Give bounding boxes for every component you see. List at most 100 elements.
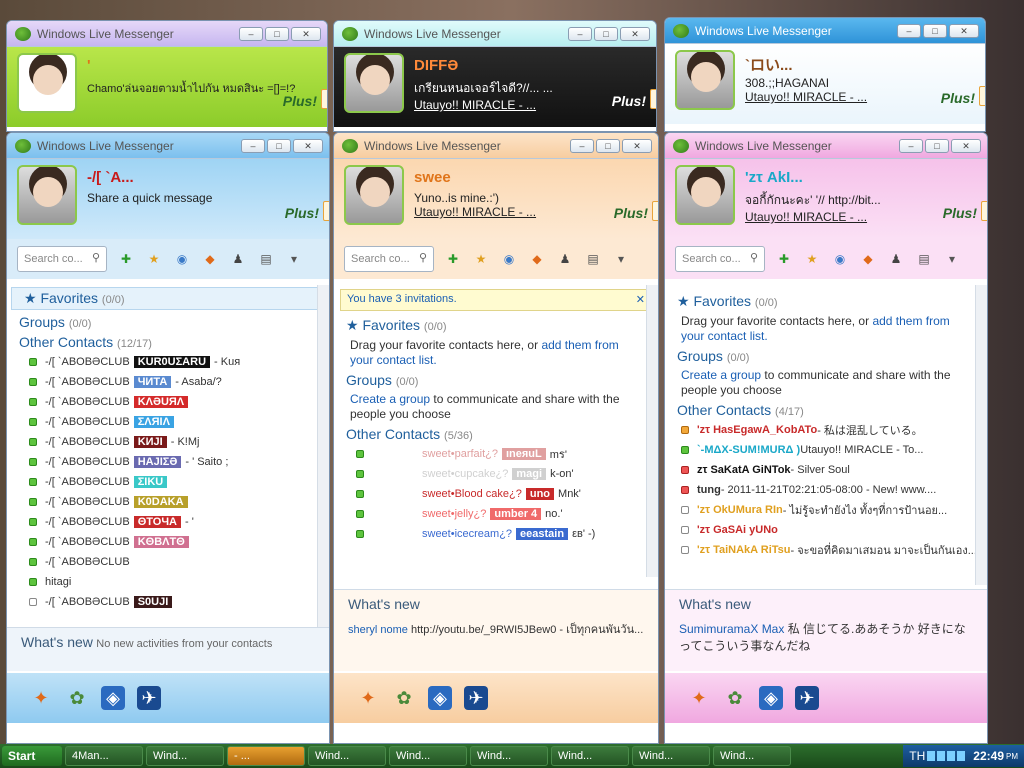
user-avatar[interactable]	[17, 53, 77, 113]
games-icon[interactable]: ◉	[500, 250, 518, 268]
emoticon-icon[interactable]: ★	[145, 250, 163, 268]
windows-live-icon[interactable]: ✦	[687, 686, 711, 710]
tray-icon[interactable]	[927, 751, 936, 761]
pin-icon[interactable]: ♟	[887, 250, 905, 268]
contact-row[interactable]: sweet•Blood cake¿? uno Mnk'	[334, 484, 658, 504]
contact-row[interactable]: 'zτ TaiNAkA RiTsu - จะขอที่คิดมาเสมอน มาจ…	[665, 540, 987, 560]
other-contacts-header[interactable]: Other Contacts (5/36)	[334, 424, 658, 444]
display-name[interactable]: DIFFƏ	[414, 57, 656, 79]
user-avatar[interactable]	[344, 165, 404, 225]
close-button[interactable]: ✕	[951, 138, 981, 153]
travel-icon[interactable]: ✈	[795, 686, 819, 710]
other-contacts-header[interactable]: Other Contacts (4/17)	[665, 400, 987, 420]
messenger-window-1[interactable]: Windows Live Messenger – □ ✕ ' Chamo'ล่นจอ…	[6, 20, 328, 132]
bing-icon[interactable]: ◈	[101, 686, 125, 710]
clock[interactable]: 22:49	[973, 749, 1004, 763]
travel-icon[interactable]: ✈	[464, 686, 488, 710]
contact-row[interactable]: -/[ `ABOBƏCLUB ΘTOЧA - '	[7, 512, 329, 532]
taskbar-button[interactable]: Wind...	[308, 746, 386, 766]
messenger-window-4[interactable]: Windows Live Messenger – □ ✕ -/[ `A... Sha…	[6, 132, 330, 744]
contact-row[interactable]: zτ SaKatA GiNTok - Silver Soul	[665, 460, 987, 480]
share-icon[interactable]: ◆	[201, 250, 219, 268]
share-icon[interactable]: ◆	[859, 250, 877, 268]
contact-row[interactable]: sweet•cupcake¿? magi k-on'	[334, 464, 658, 484]
search-input[interactable]: Search co...	[17, 246, 107, 272]
other-contacts-header[interactable]: Other Contacts (12/17)	[7, 332, 329, 352]
layout-icon[interactable]: ▤	[915, 250, 933, 268]
contact-row[interactable]: -/[ `ABOBƏCLUB S0UJI	[7, 592, 329, 612]
user-avatar[interactable]	[675, 50, 735, 110]
tray-icon[interactable]	[937, 751, 946, 761]
user-avatar[interactable]	[675, 165, 735, 225]
emoticon-icon[interactable]: ★	[472, 250, 490, 268]
travel-icon[interactable]: ✈	[137, 686, 161, 710]
minimize-button[interactable]: –	[241, 138, 265, 153]
groups-header[interactable]: Groups (0/0)	[334, 370, 658, 390]
contact-row[interactable]: `-MΔX-SUM!MURΔ ) Utauyo!! MIRACLE - To...	[665, 440, 987, 460]
minimize-button[interactable]: –	[899, 138, 923, 153]
title-bar[interactable]: Windows Live Messenger – □ ✕	[7, 21, 327, 47]
start-button[interactable]: Start	[2, 746, 62, 766]
taskbar-button[interactable]: Wind...	[470, 746, 548, 766]
maximize-button[interactable]: □	[594, 26, 618, 41]
close-button[interactable]: ✕	[620, 26, 650, 41]
messenger-window-3[interactable]: Windows Live Messenger – □ ✕ `ロい... 308.;;…	[664, 17, 986, 132]
spaces-icon[interactable]: ✿	[65, 686, 89, 710]
scrollbar[interactable]	[646, 285, 658, 577]
maximize-button[interactable]: □	[267, 138, 291, 153]
search-input[interactable]: Search co...	[675, 246, 765, 272]
display-name[interactable]: -/[ `A...	[87, 169, 329, 191]
minimize-button[interactable]: –	[568, 26, 592, 41]
invitations-text[interactable]: You have 3 invitations.	[347, 293, 457, 307]
language-indicator[interactable]: TH	[909, 749, 925, 763]
close-icon[interactable]: ✕	[636, 293, 645, 307]
add-contact-icon[interactable]: ✚	[775, 250, 793, 268]
personal-message[interactable]: Share a quick message	[87, 191, 329, 205]
invitations-bar[interactable]: You have 3 invitations. ✕	[340, 289, 652, 311]
taskbar-button[interactable]: Wind...	[146, 746, 224, 766]
feed-user-link[interactable]: SumimuramaX Max	[679, 622, 784, 636]
spaces-icon[interactable]: ✿	[392, 686, 416, 710]
maximize-button[interactable]: □	[925, 138, 949, 153]
contact-row[interactable]: -/[ `ABOBƏCLUB KΘBΛTΘ	[7, 532, 329, 552]
create-group-link[interactable]: Create a group	[681, 368, 761, 382]
create-group-link[interactable]: Create a group	[350, 392, 430, 406]
groups-header[interactable]: Groups (0/0)	[7, 312, 329, 332]
contact-row[interactable]: 'zτ OkUMura RIn - ไม่รู้จะทำยังไง ทั้งๆที…	[665, 500, 987, 520]
minimize-button[interactable]: –	[570, 138, 594, 153]
contact-row[interactable]: 'zτ HasEgawA_KobATo - 私は混乱している。	[665, 420, 987, 440]
contact-row[interactable]: hitagi	[7, 572, 329, 592]
taskbar-button[interactable]: Wind...	[632, 746, 710, 766]
pin-icon[interactable]: ♟	[556, 250, 574, 268]
contact-list[interactable]: ★ Favorites (0/0) Drag your favorite con…	[665, 285, 987, 585]
maximize-button[interactable]: □	[265, 26, 289, 41]
games-icon[interactable]: ◉	[173, 250, 191, 268]
taskbar-button[interactable]: 4Man...	[65, 746, 143, 766]
minimize-button[interactable]: –	[897, 23, 921, 38]
contact-row[interactable]: -/[ `ABOBƏCLUB KИJI - K!Mj	[7, 432, 329, 452]
favorites-header[interactable]: ★ Favorites (0/0)	[334, 315, 658, 336]
tray-icon[interactable]	[947, 751, 956, 761]
layout-icon[interactable]: ▤	[584, 250, 602, 268]
close-button[interactable]: ✕	[622, 138, 652, 153]
taskbar-button[interactable]: Wind...	[551, 746, 629, 766]
menu-icon[interactable]: ▾	[943, 250, 961, 268]
display-name[interactable]: 'zτ AkI...	[745, 169, 987, 191]
messenger-window-6[interactable]: Windows Live Messenger – □ ✕ 'zτ AkI... จอ…	[664, 132, 988, 744]
bing-icon[interactable]: ◈	[759, 686, 783, 710]
title-bar[interactable]: Windows Live Messenger – □ ✕	[334, 133, 658, 159]
personal-message[interactable]: 308.;;HAGANAI	[745, 76, 985, 90]
display-name[interactable]: swee	[414, 169, 658, 191]
tray-icon[interactable]	[957, 751, 966, 761]
groups-header[interactable]: Groups (0/0)	[665, 346, 987, 366]
search-input[interactable]: Search co...	[344, 246, 434, 272]
pin-icon[interactable]: ♟	[229, 250, 247, 268]
close-button[interactable]: ✕	[949, 23, 979, 38]
contact-row[interactable]: sweet•jelly¿? umber 4 no.'	[334, 504, 658, 524]
contact-row[interactable]: tung - 2011-11-21T02:21:05-08:00 - New! w…	[665, 480, 987, 500]
minimize-button[interactable]: –	[239, 26, 263, 41]
add-contact-icon[interactable]: ✚	[117, 250, 135, 268]
user-avatar[interactable]	[344, 53, 404, 113]
contact-list[interactable]: ★ Favorites (0/0) Groups (0/0) Other Con…	[7, 285, 329, 627]
user-avatar[interactable]	[17, 165, 77, 225]
